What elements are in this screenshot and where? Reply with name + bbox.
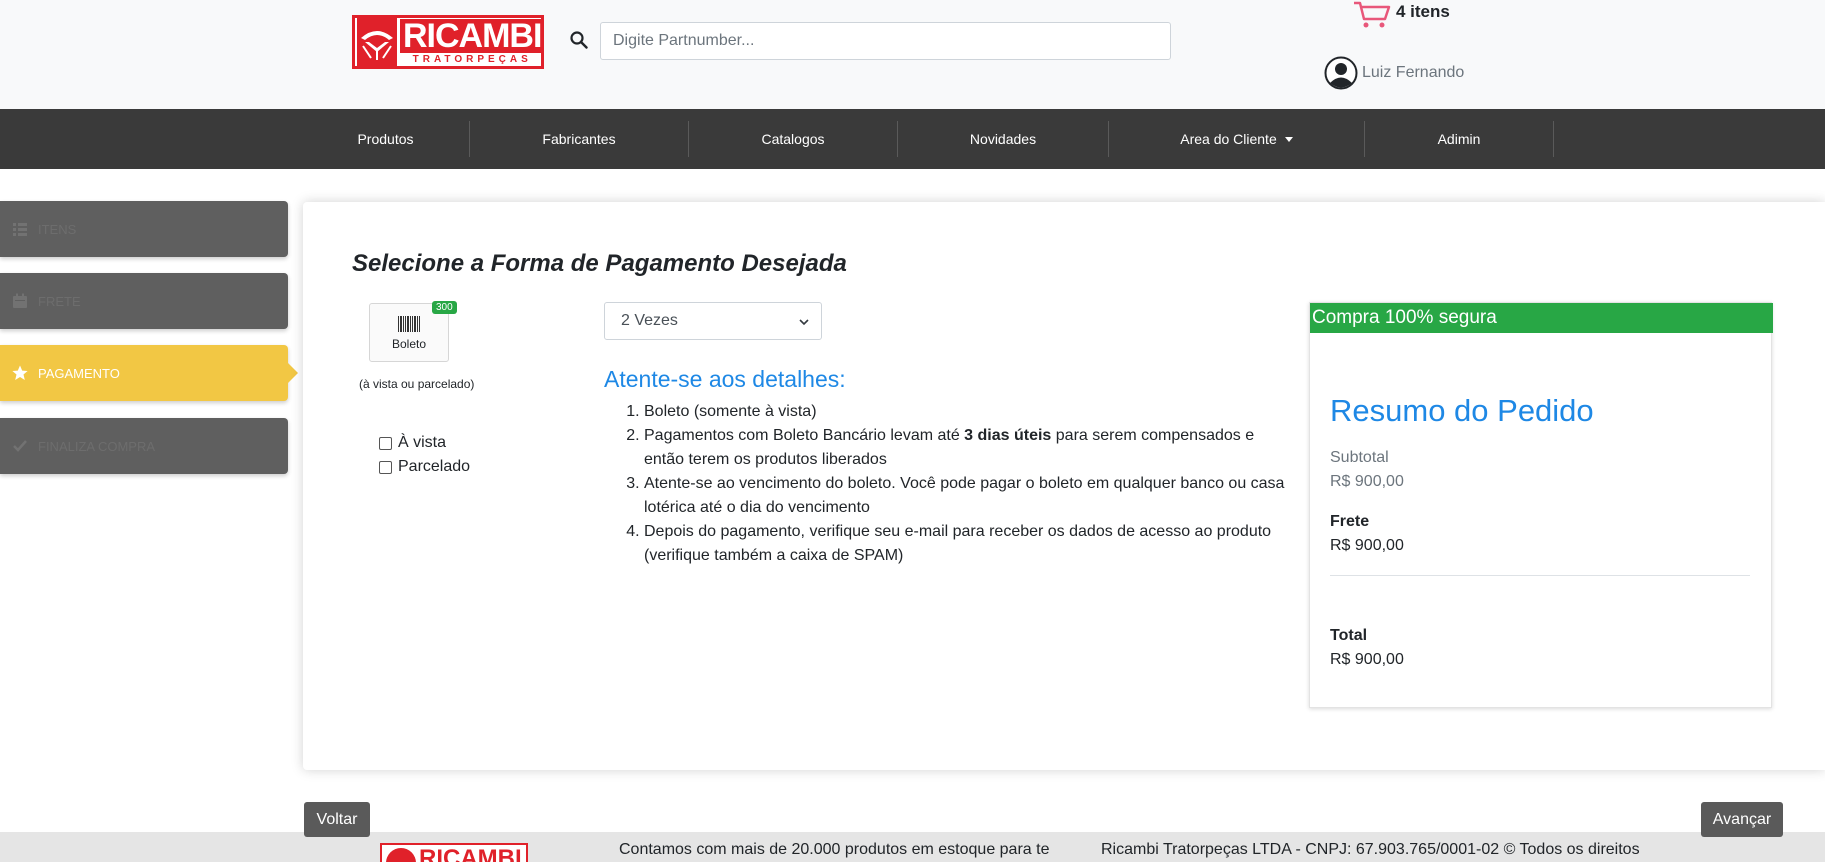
next-button[interactable]: Avançar — [1701, 802, 1783, 837]
nav-novidades[interactable]: Novidades — [898, 121, 1109, 157]
details-text: Atente-se ao vencimento do boleto. Você … — [644, 475, 1285, 516]
nav-label: Adimin — [1437, 131, 1481, 147]
calendar-icon — [13, 293, 27, 308]
cart-count: 4 itens — [1396, 2, 1450, 21]
step-frete[interactable]: FRETE — [0, 273, 288, 329]
ricambi-logo[interactable]: RICAMBI TRATORPEÇAS — [352, 15, 545, 69]
page-title: Selecione a Forma de Pagamento Desejada — [352, 250, 847, 277]
logo-subtext: TRATORPEÇAS — [412, 53, 532, 65]
step-label: ITENS — [38, 221, 77, 237]
nav-adimin[interactable]: Adimin — [1365, 121, 1554, 157]
footer-logo[interactable]: RICAMBI — [380, 843, 528, 862]
subtotal-value: R$ 900,00 — [1330, 473, 1404, 490]
details-list: Boleto (somente à vista) Pagamentos com … — [627, 400, 1287, 568]
list-icon — [13, 223, 27, 236]
installments-value: 2 Vezes — [621, 312, 678, 329]
footer-text-right: Ricambi Tratorpeças LTDA - CNPJ: 67.903.… — [1101, 841, 1640, 858]
details-title: Atente-se aos detalhes: — [604, 366, 846, 392]
details-item: Pagamentos com Boleto Bancário levam até… — [644, 424, 1287, 472]
details-text: Pagamentos com Boleto Bancário levam até — [644, 427, 965, 444]
logo-emblem-icon — [386, 848, 416, 862]
checkbox-a-vista[interactable]: À vista — [379, 434, 446, 452]
details-item: Atente-se ao vencimento do boleto. Você … — [644, 472, 1287, 520]
order-summary: Compra 100% segura Resumo do Pedido Subt… — [1309, 302, 1773, 708]
nav-area-do-cliente[interactable]: Area do Cliente — [1109, 121, 1365, 157]
details-text: Depois do pagamento, verifique seu e-mai… — [644, 523, 1272, 564]
barcode-icon — [398, 315, 420, 332]
back-button[interactable]: Voltar — [304, 802, 370, 837]
user-name: Luiz Fernando — [1362, 64, 1465, 81]
step-label: FINALIZA COMPRA — [38, 438, 156, 454]
nav-label: Produtos — [357, 131, 414, 147]
caret-down-icon — [1284, 136, 1293, 142]
checkbox-label: À vista — [398, 434, 447, 451]
chevron-down-icon — [799, 319, 809, 326]
installments-select[interactable]: 2 Vezes — [604, 302, 822, 340]
checkbox[interactable] — [379, 460, 392, 474]
search-input[interactable] — [600, 22, 1171, 60]
summary-divider — [1330, 575, 1750, 576]
nav-label: Area do Cliente — [1180, 131, 1277, 147]
frete-label: Frete — [1330, 513, 1370, 530]
payment-option-label: Boleto — [391, 336, 427, 351]
nav-produtos[interactable]: Produtos — [302, 121, 470, 157]
payment-option-badge: 300 — [432, 301, 457, 314]
checkbox-parcelado[interactable]: Parcelado — [379, 458, 470, 476]
nav-label: Fabricantes — [542, 131, 616, 147]
shopping-cart-icon — [1354, 1, 1391, 28]
details-bold: 3 dias úteis — [964, 427, 1052, 444]
cart-link[interactable]: 4 itens — [1352, 0, 1450, 30]
details-text: Boleto (somente à vista) — [644, 403, 817, 420]
subtotal-label: Subtotal — [1330, 449, 1389, 466]
user-menu[interactable]: Luiz Fernando — [1324, 56, 1464, 90]
step-finaliza-compra[interactable]: FINALIZA COMPRA — [0, 418, 288, 474]
search-icon[interactable] — [570, 31, 588, 49]
nav-label: Catalogos — [761, 131, 825, 147]
details-item: Boleto (somente à vista) — [644, 400, 1287, 424]
nav-fabricantes[interactable]: Fabricantes — [470, 121, 689, 157]
check-icon — [13, 440, 27, 452]
step-label: PAGAMENTO — [38, 365, 120, 381]
details-item: Depois do pagamento, verifique seu e-mai… — [644, 520, 1287, 568]
nav-catalogos[interactable]: Catalogos — [689, 121, 898, 157]
total-value: R$ 900,00 — [1330, 651, 1404, 668]
payment-option-note: (à vista ou parcelado) — [359, 377, 475, 391]
frete-value: R$ 900,00 — [1330, 537, 1404, 554]
logo-text: RICAMBI — [400, 18, 545, 53]
nav-label: Novidades — [969, 131, 1037, 147]
checkbox[interactable] — [379, 436, 392, 450]
user-avatar-icon — [1324, 56, 1358, 90]
footer-text-left: Contamos com mais de 20.000 produtos em … — [619, 841, 1050, 858]
total-label: Total — [1330, 627, 1368, 644]
summary-title: Resumo do Pedido — [1330, 393, 1594, 428]
star-icon — [12, 365, 28, 380]
logo-emblem-icon — [357, 18, 397, 66]
secure-purchase-banner: Compra 100% segura — [1310, 303, 1773, 333]
footer-logo-text: RICAMBI — [419, 845, 522, 862]
step-pagamento[interactable]: PAGAMENTO — [0, 345, 298, 401]
step-label: FRETE — [38, 293, 81, 309]
step-itens[interactable]: ITENS — [0, 201, 288, 257]
main-navbar: Produtos Fabricantes Catalogos Novidades… — [0, 109, 1825, 169]
checkbox-label: Parcelado — [398, 458, 471, 475]
